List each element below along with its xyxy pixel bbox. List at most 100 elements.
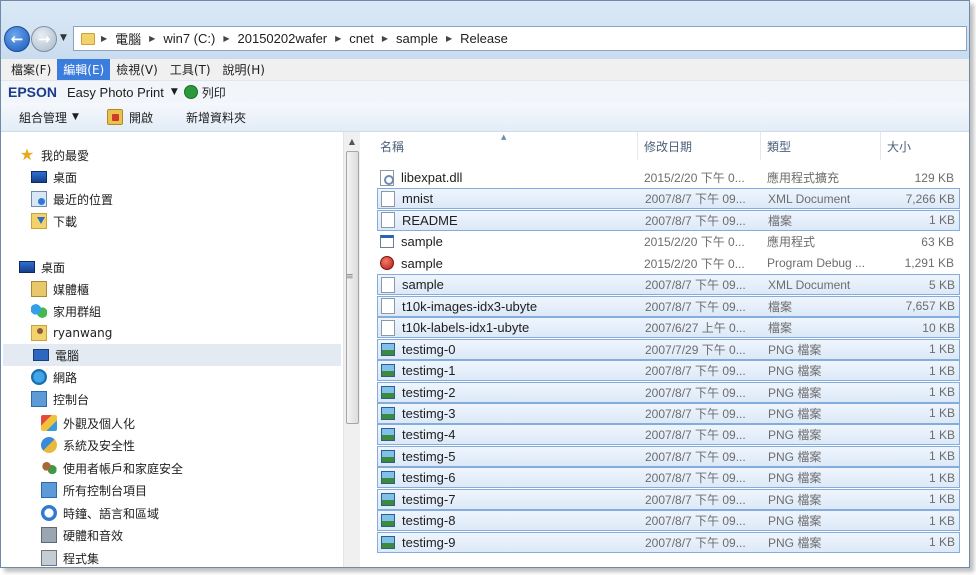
nav-libraries[interactable]: 媒體櫃 [31,278,89,300]
file-row[interactable]: t10k-images-idx3-ubyte 2007/8/7 下午 09... 檔… [377,295,960,317]
breadcrumb-separator-icon[interactable]: ▶ [223,34,229,43]
png-image-icon [381,385,395,399]
menu-help[interactable]: 說明(H) [217,59,271,80]
file-row[interactable]: testimg-3 2007/8/7 下午 09... PNG 檔案 1 KB [377,402,960,424]
file-date: 2007/8/7 下午 09... [645,428,746,443]
nav-cp-security[interactable]: 系統及安全性 [41,434,135,456]
breadcrumb-separator-icon[interactable]: ▶ [101,34,107,43]
nav-cp-all-items[interactable]: 所有控制台項目 [41,479,147,501]
file-row[interactable]: testimg-2 2007/8/7 下午 09... PNG 檔案 1 KB [377,381,960,403]
file-row[interactable]: sample 2015/2/20 下午 0... 應用程式 63 KB [377,231,960,252]
file-row[interactable]: testimg-7 2007/8/7 下午 09... PNG 檔案 1 KB [377,488,960,510]
file-size: 63 KB [921,234,954,249]
file-row[interactable]: testimg-6 2007/8/7 下午 09... PNG 檔案 1 KB [377,467,960,489]
breadcrumb-folder[interactable]: 20150202wafer [238,31,328,46]
breadcrumb-computer[interactable]: 電腦 [115,29,141,48]
file-row[interactable]: README 2007/8/7 下午 09... 檔案 1 KB [377,209,960,231]
file-icon [381,212,395,229]
breadcrumb-folder[interactable]: sample [396,31,438,46]
menu-edit[interactable]: 編輯(E) [57,59,111,80]
nav-cp-appearance[interactable]: 外觀及個人化 [41,412,135,434]
file-name: testimg-7 [402,491,456,507]
file-name: testimg-5 [402,448,456,464]
nav-cp-hardware-sound[interactable]: 硬體和音效 [41,524,123,546]
navigation-scrollbar[interactable]: ▲ ≡ [343,132,360,567]
nav-label: 家用群組 [53,304,102,319]
file-date: 2007/8/7 下午 09... [645,449,746,464]
new-folder-button[interactable]: 新增資料夾 [186,109,246,126]
column-header-type[interactable]: 類型 [761,132,881,160]
appearance-icon [41,415,57,431]
file-name: sample [401,234,443,250]
file-row[interactable]: testimg-4 2007/8/7 下午 09... PNG 檔案 1 KB [377,424,960,446]
nav-fav-desktop[interactable]: 桌面 [31,166,77,188]
nav-desktop[interactable]: 桌面 [19,256,65,278]
file-type: XML Document [768,277,851,292]
homegroup-icon [31,303,47,319]
menu-tools[interactable]: 工具(T) [164,59,217,80]
file-size: 1 KB [928,363,955,378]
file-name: t10k-images-idx3-ubyte [402,298,538,314]
file-type: PNG 檔案 [768,428,822,443]
file-date: 2007/8/7 下午 09... [645,364,746,379]
recent-pages-dropdown-icon[interactable]: ▼ [60,33,67,43]
easy-photo-print-button[interactable]: Easy Photo Print [67,85,164,100]
print-button[interactable]: 列印 [202,84,226,101]
open-button[interactable]: 開啟 [106,109,153,126]
file-row[interactable]: testimg-0 2007/7/29 下午 0... PNG 檔案 1 KB [377,338,960,360]
folder-icon [81,32,95,45]
address-bar[interactable]: ▶ 電腦 ▶ win7 (C:) ▶ 20150202wafer ▶ cnet … [73,26,967,51]
nav-label: 使用者帳戶和家庭安全 [63,461,184,476]
back-button[interactable]: ← [4,26,30,52]
file-name-cell: testimg-0 [378,342,637,357]
nav-fav-recent[interactable]: 最近的位置 [31,188,113,210]
nav-cp-user-accounts[interactable]: 使用者帳戶和家庭安全 [41,457,183,479]
nav-control-panel[interactable]: 控制台 [31,388,89,410]
file-type: PNG 檔案 [768,385,822,400]
nav-homegroup[interactable]: 家用群組 [31,300,101,322]
breadcrumb-separator-icon[interactable]: ▶ [446,34,452,43]
file-row[interactable]: sample 2007/8/7 下午 09... XML Document 5 KB [377,274,960,296]
sort-ascending-icon: ▲ [501,133,507,141]
breadcrumb-separator-icon[interactable]: ▶ [335,34,341,43]
file-row[interactable]: mnist 2007/8/7 下午 09... XML Document 7,266 … [377,188,960,210]
nav-favorites[interactable]: ★ 我的最愛 [19,144,89,166]
scrollbar-thumb[interactable] [346,151,359,424]
file-size: 1 KB [928,470,955,485]
file-row[interactable]: testimg-1 2007/8/7 下午 09... PNG 檔案 1 KB [377,360,960,382]
menu-file[interactable]: 檔案(F) [5,59,57,80]
file-row[interactable]: libexpat.dll 2015/2/20 下午 0... 應用程式擴充 129 K… [377,167,960,188]
file-row[interactable]: testimg-5 2007/8/7 下午 09... PNG 檔案 1 KB [377,445,960,467]
nav-label: 下載 [53,214,78,229]
forward-button[interactable]: → [31,26,57,52]
file-size: 1 KB [928,449,955,464]
nav-cp-clock-language[interactable]: 時鐘、語言和區域 [41,502,159,524]
chevron-down-icon[interactable]: ▼ [171,87,178,97]
column-header-date[interactable]: 修改日期 [638,132,761,160]
breadcrumb-separator-icon[interactable]: ▶ [382,34,388,43]
nav-cp-programs[interactable]: 程式集 [41,547,99,567]
nav-fav-downloads[interactable]: 下載 [31,210,77,232]
downloads-icon [31,213,47,229]
file-row[interactable]: t10k-labels-idx1-ubyte 2007/6/27 上午 0... 檔… [377,317,960,339]
png-image-icon [381,471,395,485]
file-name-cell: testimg-8 [378,513,637,528]
file-row[interactable]: testimg-8 2007/8/7 下午 09... PNG 檔案 1 KB [377,510,960,532]
breadcrumb-separator-icon[interactable]: ▶ [149,34,155,43]
breadcrumb-drive[interactable]: win7 (C:) [163,31,215,46]
column-header-size[interactable]: 大小 [881,132,969,160]
print-icon[interactable] [183,85,198,99]
nav-user-folder[interactable]: ryanwang [31,322,112,344]
nav-network[interactable]: 網路 [31,366,77,388]
breadcrumb-folder[interactable]: cnet [349,31,374,46]
scroll-up-icon[interactable]: ▲ [344,137,360,146]
file-size: 1 KB [928,492,955,507]
nav-computer[interactable]: 電腦 [3,344,341,366]
column-header-name[interactable]: ▲ 名稱 [361,132,638,160]
file-row[interactable]: testimg-9 2007/8/7 下午 09... PNG 檔案 1 KB [377,531,960,553]
menu-view[interactable]: 檢視(V) [110,59,164,80]
file-row[interactable]: sample 2015/2/20 下午 0... Program Debug ...… [377,253,960,274]
organize-button[interactable]: 組合管理 ▼ [19,109,79,126]
breadcrumb-current[interactable]: Release [460,31,508,46]
file-type: PNG 檔案 [768,342,822,357]
